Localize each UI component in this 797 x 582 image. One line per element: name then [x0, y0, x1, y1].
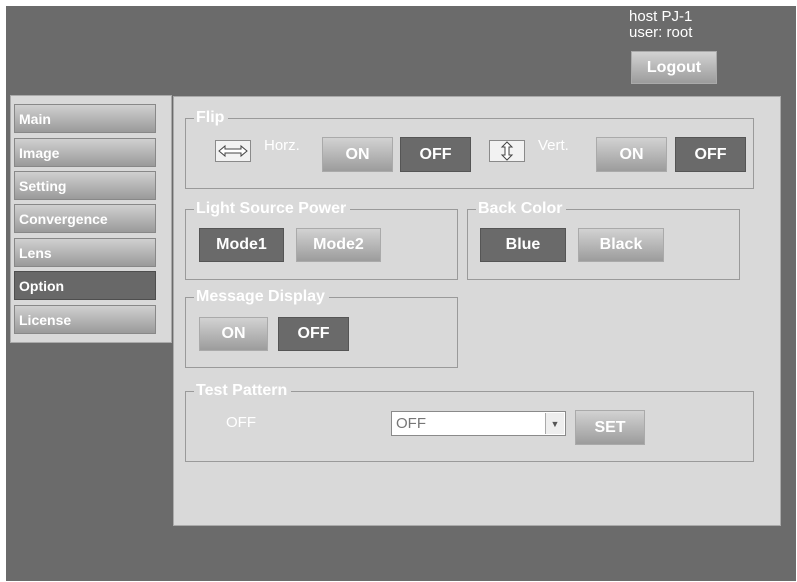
test-pattern-title: Test Pattern: [194, 381, 292, 401]
host-name: host PJ-1: [629, 8, 693, 25]
mode1-button[interactable]: Mode1: [199, 228, 284, 262]
sidebar-item-image[interactable]: Image: [14, 138, 156, 167]
sidebar-item-license[interactable]: License: [14, 305, 156, 334]
flip-title: Flip: [194, 108, 229, 128]
sidebar-item-main[interactable]: Main: [14, 104, 156, 133]
mode2-button[interactable]: Mode2: [296, 228, 381, 262]
sidebar-item-lens[interactable]: Lens: [14, 238, 156, 267]
message-off-button[interactable]: OFF: [278, 317, 349, 351]
test-pattern-current: OFF: [226, 414, 256, 431]
blue-button[interactable]: Blue: [480, 228, 566, 262]
message-on-button[interactable]: ON: [199, 317, 268, 351]
vert-label: Vert.: [538, 137, 569, 154]
sidebar-item-setting[interactable]: Setting: [14, 171, 156, 200]
horz-on-button[interactable]: ON: [322, 137, 393, 172]
sidebar-item-convergence[interactable]: Convergence: [14, 204, 156, 233]
test-pattern-select[interactable]: OFF ▼: [391, 411, 566, 436]
vert-off-button[interactable]: OFF: [675, 137, 746, 172]
dropdown-arrow-icon[interactable]: ▼: [545, 413, 564, 434]
sidebar-item-option[interactable]: Option: [14, 271, 156, 300]
host-info: host PJ-1 user: root: [629, 9, 692, 41]
horizontal-flip-icon: [215, 140, 251, 162]
vert-on-button[interactable]: ON: [596, 137, 667, 172]
light-source-title: Light Source Power: [194, 199, 351, 219]
logout-button[interactable]: Logout: [631, 51, 717, 84]
set-button[interactable]: SET: [575, 410, 645, 445]
message-display-title: Message Display: [194, 287, 329, 307]
horz-off-button[interactable]: OFF: [400, 137, 471, 172]
back-color-title: Back Color: [476, 199, 567, 219]
user-name: user: root: [629, 24, 693, 41]
horz-label: Horz.: [264, 137, 300, 154]
black-button[interactable]: Black: [578, 228, 664, 262]
test-pattern-select-value: OFF: [396, 415, 426, 432]
vertical-flip-icon: [489, 140, 525, 162]
